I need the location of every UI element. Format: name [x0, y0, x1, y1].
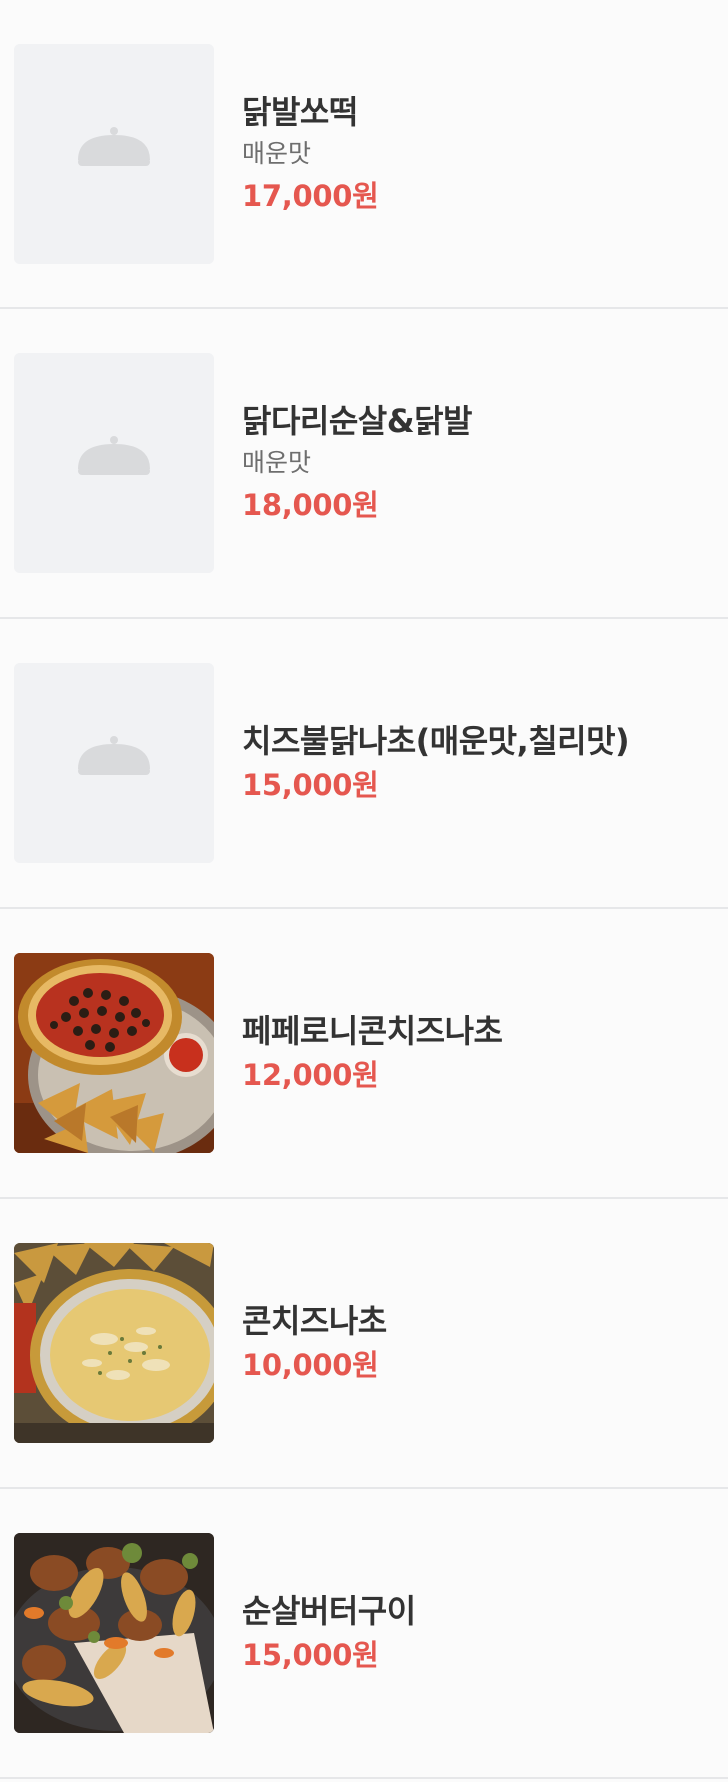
menu-item-info: 페페로니콘치즈나초 12,000원: [242, 1009, 503, 1097]
butter-grilled-chicken-photo: [14, 1533, 214, 1733]
menu-item-price: 10,000원: [242, 1348, 379, 1382]
pepperoni-nachos-photo: [14, 953, 214, 1153]
menu-item-name: 순살버터구이: [242, 1592, 416, 1630]
menu-item-price: 17,000원: [242, 179, 379, 213]
food-placeholder-icon: [14, 663, 214, 863]
menu-item[interactable]: 닭다리순살&닭발 매운맛 18,000원: [0, 309, 728, 619]
menu-item-name: 치즈불닭나초(매운맛,칠리맛): [242, 722, 630, 760]
menu-item-info: 닭발쏘떡 매운맛 17,000원: [242, 90, 379, 218]
menu-item[interactable]: 콘치즈나초 10,000원: [0, 1199, 728, 1489]
menu-item-info: 순살버터구이 15,000원: [242, 1589, 416, 1677]
menu-list: 닭발쏘떡 매운맛 17,000원 닭다리순살&닭발 매운맛 18,000원 치즈…: [0, 0, 728, 1779]
menu-item-description: 매운맛: [242, 139, 312, 168]
menu-item[interactable]: 치즈불닭나초(매운맛,칠리맛) 15,000원: [0, 619, 728, 909]
menu-item-info: 치즈불닭나초(매운맛,칠리맛) 15,000원: [242, 719, 630, 807]
food-placeholder-icon: [14, 353, 214, 573]
menu-item-name: 닭발쏘떡: [242, 93, 358, 131]
menu-item-info: 닭다리순살&닭발 매운맛 18,000원: [242, 399, 473, 527]
menu-item-info: 콘치즈나초 10,000원: [242, 1299, 387, 1387]
menu-item-price: 15,000원: [242, 1638, 379, 1672]
menu-item-name: 페페로니콘치즈나초: [242, 1012, 503, 1050]
menu-item-name: 닭다리순살&닭발: [242, 402, 473, 440]
menu-item-price: 15,000원: [242, 768, 379, 802]
menu-item-price: 12,000원: [242, 1058, 379, 1092]
menu-item-name: 콘치즈나초: [242, 1302, 387, 1340]
food-placeholder-icon: [14, 44, 214, 264]
menu-item-description: 매운맛: [242, 448, 312, 477]
menu-item[interactable]: 닭발쏘떡 매운맛 17,000원: [0, 0, 728, 309]
corn-cheese-nachos-photo: [14, 1243, 214, 1443]
menu-item[interactable]: 순살버터구이 15,000원: [0, 1489, 728, 1779]
menu-item[interactable]: 페페로니콘치즈나초 12,000원: [0, 909, 728, 1199]
menu-item-price: 18,000원: [242, 488, 379, 522]
